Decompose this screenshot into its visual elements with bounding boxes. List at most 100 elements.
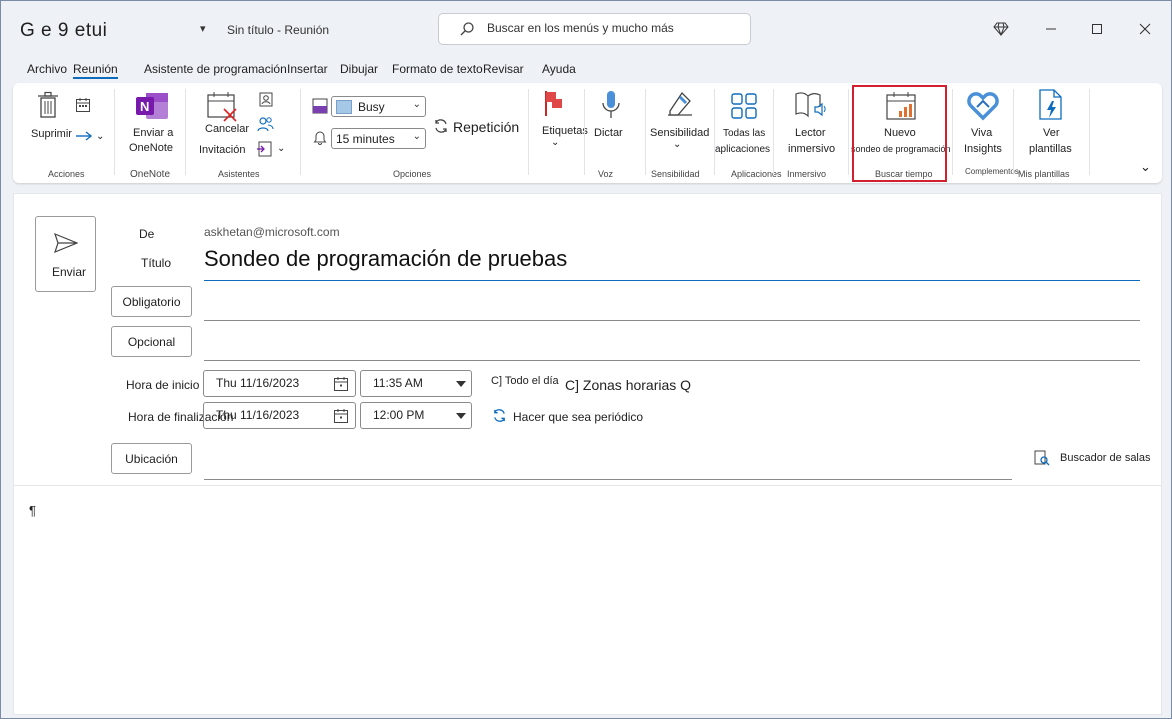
- optional-attendees-button[interactable]: Opcional: [111, 326, 192, 357]
- group-label-complementos: Complementos: [965, 167, 1019, 176]
- search-box[interactable]: Buscar en los menús y mucho más: [438, 13, 751, 45]
- separator: [952, 89, 953, 175]
- start-time-value: 11:35 AM: [373, 376, 423, 390]
- viva-line1[interactable]: Viva: [971, 127, 992, 139]
- chevron-down-icon[interactable]: ⌄: [277, 143, 285, 154]
- flag-icon[interactable]: [543, 89, 565, 117]
- title-underline: [204, 280, 1140, 281]
- make-recurring-link[interactable]: Hacer que sea periódico: [513, 410, 643, 424]
- reminder-select[interactable]: 15 minutes ⌄: [331, 128, 426, 149]
- chevron-down-icon[interactable]: ⌄: [673, 139, 681, 150]
- dictate-label[interactable]: Dictar: [594, 127, 623, 139]
- tab-revisar[interactable]: Revisar: [483, 62, 524, 76]
- immersive-line1[interactable]: Lector: [795, 127, 826, 139]
- tab-asistente-programacion[interactable]: Asistente de programación: [144, 62, 287, 76]
- calendar-small-icon[interactable]: [75, 97, 91, 113]
- from-value[interactable]: askhetan@microsoft.com: [204, 225, 340, 239]
- chevron-down-icon[interactable]: ⌄: [96, 131, 104, 142]
- svg-text:N: N: [140, 99, 149, 114]
- end-time-value: 12:00 PM: [373, 408, 425, 422]
- tags-label[interactable]: Etiquetas: [542, 125, 588, 137]
- diamond-icon[interactable]: [991, 19, 1011, 39]
- forward-arrow-icon[interactable]: [75, 131, 93, 141]
- immersive-line2[interactable]: inmersivo: [788, 143, 835, 155]
- onenote-line2[interactable]: OneNote: [129, 142, 173, 154]
- required-attendees-button[interactable]: Obligatorio: [111, 286, 192, 317]
- recurrence-icon[interactable]: [433, 118, 449, 134]
- title-bar: G e 9 etui ▾ Sin título - Reunión Buscar…: [1, 1, 1171, 59]
- recurrence-label[interactable]: Repetición: [453, 119, 519, 135]
- recurring-icon[interactable]: [492, 408, 507, 423]
- minimize-icon[interactable]: [1041, 19, 1061, 39]
- separator: [1013, 89, 1014, 175]
- close-icon[interactable]: [1135, 19, 1155, 39]
- viva-line2[interactable]: Insights: [964, 143, 1002, 155]
- search-placeholder: Buscar en los menús y mucho más: [487, 21, 674, 35]
- start-date-picker[interactable]: Thu 11/16/2023: [203, 370, 356, 397]
- templates-line1[interactable]: Ver: [1043, 127, 1060, 139]
- tab-archivo[interactable]: Archivo: [27, 62, 67, 76]
- end-date-picker[interactable]: Thu 11/16/2023: [203, 402, 356, 429]
- ribbon: Suprimir ⌄ Acciones N Enviar a OneNote O…: [13, 83, 1162, 183]
- cancel-meeting-icon[interactable]: [206, 91, 238, 123]
- sensitivity-icon[interactable]: [666, 89, 694, 117]
- templates-line2[interactable]: plantillas: [1029, 143, 1072, 155]
- onenote-icon[interactable]: N: [136, 91, 170, 121]
- app-title: G e 9 etui: [20, 20, 108, 41]
- templates-icon[interactable]: [1038, 89, 1064, 121]
- microphone-icon[interactable]: [601, 90, 621, 120]
- title-input[interactable]: Sondeo de programación de pruebas: [204, 246, 567, 272]
- invite-label[interactable]: Invitación: [199, 144, 245, 156]
- viva-insights-icon[interactable]: [967, 89, 999, 121]
- title-label: Título: [141, 256, 172, 270]
- tab-insertar[interactable]: Insertar: [287, 62, 328, 76]
- cancel-label[interactable]: Cancelar: [205, 123, 249, 135]
- sensitivity-label[interactable]: Sensibilidad: [650, 127, 709, 139]
- response-options-icon[interactable]: [257, 141, 273, 157]
- from-label: De: [139, 227, 155, 241]
- all-day-checkbox[interactable]: C] Todo el día: [491, 375, 559, 387]
- end-time-select[interactable]: 12:00 PM: [360, 402, 472, 429]
- quick-access-dropdown[interactable]: ▾: [200, 22, 206, 35]
- separator: [528, 89, 529, 175]
- group-label-acciones: Acciones: [48, 169, 85, 179]
- tab-reunion[interactable]: Reunión: [73, 62, 118, 79]
- required-input-line[interactable]: [204, 320, 1140, 321]
- immersive-reader-icon[interactable]: [795, 91, 827, 119]
- send-button[interactable]: Enviar: [35, 216, 96, 292]
- ribbon-expand-chevron-icon[interactable]: ⌄: [1140, 159, 1151, 175]
- document-title: Sin título - Reunión: [227, 23, 330, 37]
- all-apps-line2[interactable]: aplicaciones: [715, 144, 770, 155]
- room-finder-icon[interactable]: [1034, 450, 1050, 466]
- tab-dibujar[interactable]: Dibujar: [340, 62, 378, 76]
- paragraph-mark[interactable]: ¶: [29, 503, 36, 518]
- body-divider: [14, 485, 1161, 486]
- time-zones-toggle[interactable]: C] Zonas horarias Q: [565, 377, 691, 393]
- delete-label[interactable]: Suprimir: [31, 128, 72, 140]
- attendees-icon[interactable]: [257, 116, 274, 133]
- dropdown-triangle-icon: [456, 413, 466, 419]
- start-time-select[interactable]: 11:35 AM: [360, 370, 472, 397]
- tab-formato-texto[interactable]: Formato de texto: [392, 62, 483, 76]
- trash-icon[interactable]: [37, 91, 59, 119]
- optional-input-line[interactable]: [204, 360, 1140, 361]
- maximize-icon[interactable]: [1087, 19, 1107, 39]
- room-finder-label[interactable]: Buscador de salas: [1060, 452, 1151, 464]
- separator: [848, 89, 849, 175]
- tab-ayuda[interactable]: Ayuda: [542, 62, 576, 76]
- all-apps-line1[interactable]: Todas las: [723, 128, 765, 139]
- group-label-opciones: Opciones: [393, 169, 432, 179]
- onenote-line1[interactable]: Enviar a: [133, 127, 173, 139]
- show-as-select[interactable]: Busy ⌄: [331, 96, 426, 117]
- address-book-icon[interactable]: [259, 92, 273, 107]
- start-date-value: Thu 11/16/2023: [216, 376, 300, 390]
- chevron-down-icon[interactable]: ⌄: [551, 137, 559, 148]
- location-input-line[interactable]: [204, 479, 1012, 480]
- apps-grid-icon[interactable]: [730, 92, 758, 120]
- location-button[interactable]: Ubicación: [111, 443, 192, 474]
- show-as-icon: [312, 98, 328, 114]
- chevron-down-icon: ⌄: [412, 99, 421, 110]
- send-label: Enviar: [52, 265, 87, 279]
- outlook-meeting-window: G e 9 etui ▾ Sin título - Reunión Buscar…: [0, 0, 1172, 719]
- group-label-onenote: OneNote: [130, 169, 171, 180]
